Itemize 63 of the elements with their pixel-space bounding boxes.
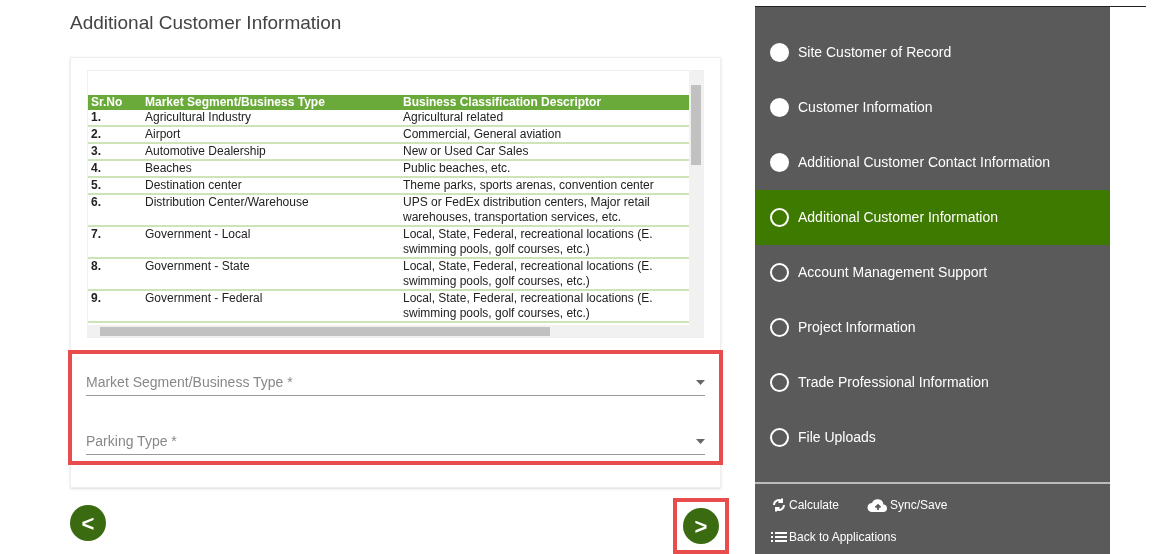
row-number: 4. (88, 160, 142, 177)
column-header: Sr.No (88, 95, 142, 110)
table-cell: Commercial, General aviation (400, 126, 689, 143)
caret-icon (696, 380, 705, 385)
cloud-upload-icon (867, 497, 890, 513)
table-cell: Local, State, Federal, recreational locations (E. swimming pools, golf courses, etc.) (400, 226, 689, 258)
table-cell: Distribution Center/Warehouse (142, 194, 400, 226)
step-label: File Uploads (798, 428, 876, 447)
table-cell: Agricultural Industry (142, 110, 400, 126)
step-item[interactable]: Project Information (755, 300, 1110, 355)
step-label: Project Information (798, 318, 916, 337)
row-number: 9. (88, 290, 142, 322)
back-to-applications-link[interactable]: Back to Applications (771, 528, 1094, 546)
step-label: Additional Customer Contact Information (798, 153, 1051, 172)
row-number: 2. (88, 126, 142, 143)
table-cell: Beaches (142, 160, 400, 177)
caret-icon (696, 439, 705, 444)
page-title: Additional Customer Information (70, 11, 343, 35)
table-cell: Agricultural related (400, 110, 689, 126)
row-number: 3. (88, 143, 142, 160)
step-label: Account Management Support (798, 263, 988, 282)
next-button[interactable]: > (683, 508, 719, 544)
calculate-button[interactable]: Calculate (771, 496, 840, 514)
row-number: 1. (88, 110, 142, 126)
table-cell: Theme parks, sports arenas, convention center (400, 177, 689, 194)
table-cell: Destination center (142, 177, 400, 194)
refresh-icon (771, 497, 787, 513)
table-cell: UPS or FedEx distribution centers, Major retail warehouses, transportation services, etc. (400, 194, 689, 226)
table-cell: Government - Federal (142, 290, 400, 322)
vertical-scrollbar[interactable] (689, 71, 703, 325)
list-icon (771, 531, 787, 543)
row-number: 8. (88, 258, 142, 290)
row-number: 5. (88, 177, 142, 194)
table-cell: Airport (142, 126, 400, 143)
field-placeholder: Parking Type * (86, 432, 178, 451)
step-label: Site Customer of Record (798, 43, 952, 62)
column-header: Market Segment/Business Type (142, 95, 400, 110)
table-cell: New or Used Car Sales (400, 143, 689, 160)
table-cell: Automotive Dealership (142, 143, 400, 160)
step-item[interactable]: Customer Information (755, 80, 1110, 135)
back-button[interactable]: < (70, 505, 106, 541)
step-label: Customer Information (798, 98, 933, 117)
sync-save-button[interactable]: Sync/Save (867, 496, 948, 514)
table-cell: Government - Local (142, 226, 400, 258)
field-placeholder: Market Segment/Business Type * (86, 373, 294, 392)
step-item[interactable]: File Uploads (755, 410, 1110, 465)
step-item[interactable]: Account Management Support (755, 245, 1110, 300)
step-label: Additional Customer Information (798, 208, 998, 227)
step-item[interactable]: Trade Professional Information (755, 355, 1110, 410)
step-item[interactable]: Additional Customer Information (755, 190, 1110, 245)
step-item[interactable]: Site Customer of Record (755, 25, 1110, 80)
horizontal-scrollbar[interactable] (88, 325, 703, 337)
column-header: Business Classification Descriptor (400, 95, 689, 110)
dropdown-field[interactable]: Market Segment/Business Type * (86, 370, 705, 396)
table-cell: Government - State (142, 258, 400, 290)
table-cell: Public beaches, etc. (400, 160, 689, 177)
table-cell: Local, State, Federal, recreational locations (E. swimming pools, golf courses, etc.) (400, 258, 689, 290)
row-number: 6. (88, 194, 142, 226)
step-item[interactable]: Additional Customer Contact Information (755, 135, 1110, 190)
step-label: Trade Professional Information (798, 373, 989, 392)
dropdown-field[interactable]: Parking Type * (86, 429, 705, 455)
table-cell: Local, State, Federal, recreational locations (E. swimming pools, golf courses, etc.) (400, 290, 689, 322)
row-number: 7. (88, 226, 142, 258)
